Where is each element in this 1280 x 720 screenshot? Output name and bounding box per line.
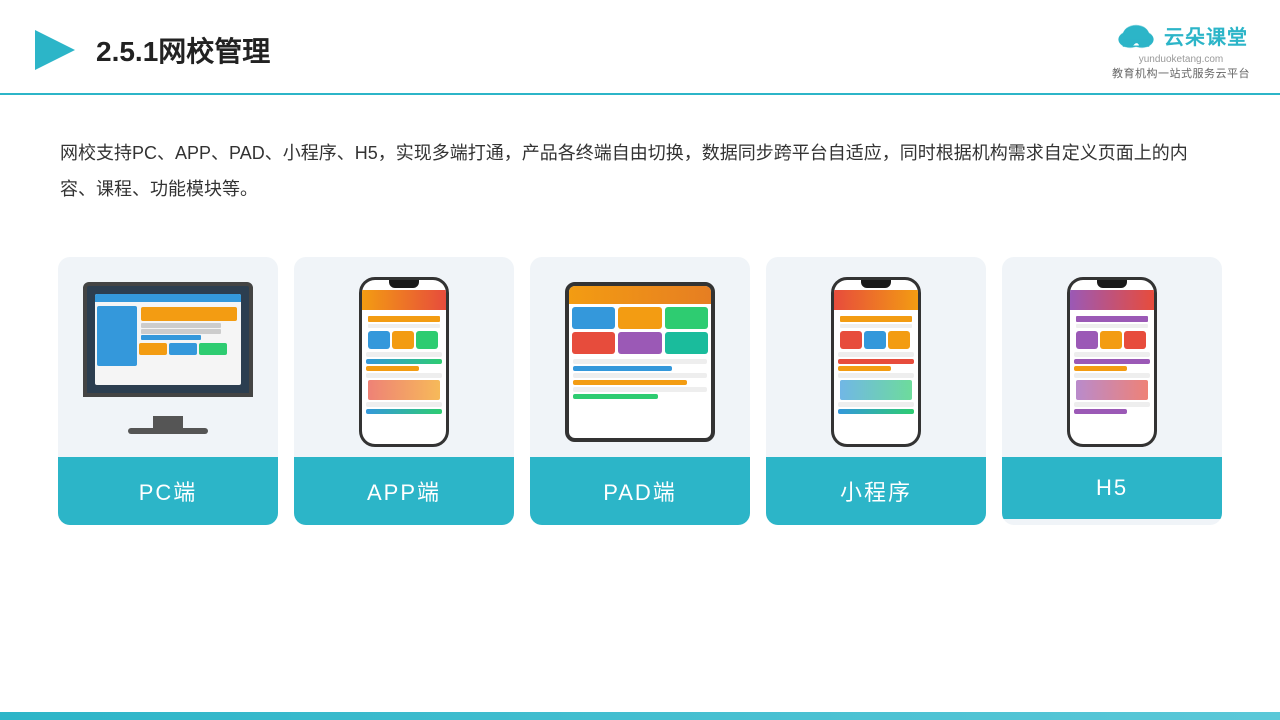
header-left: 2.5.1网校管理 <box>30 25 270 75</box>
phone-mini-mockup <box>831 277 921 447</box>
card-h5-image <box>1002 257 1222 457</box>
phone-mini-screen <box>834 280 918 444</box>
tablet-screen <box>569 286 711 438</box>
card-h5: H5 <box>1002 257 1222 525</box>
cloud-icon: ☁ <box>1114 18 1158 52</box>
phone-app-mockup <box>359 277 449 447</box>
phone-app-screen <box>362 280 446 444</box>
brand-area: ☁ 云朵课堂 yunduoketang.com 教育机构一站式服务云平台 <box>1112 18 1250 81</box>
card-pc: PC端 <box>58 257 278 525</box>
pc-base <box>153 416 183 428</box>
card-pad: PAD端 <box>530 257 750 525</box>
brand-name: 云朵课堂 <box>1164 21 1248 50</box>
pc-screen <box>83 282 253 397</box>
tablet-mockup <box>565 282 715 442</box>
card-miniprogram: 小程序 <box>766 257 986 525</box>
card-app: APP端 <box>294 257 514 525</box>
pc-mockup <box>73 282 263 442</box>
card-pc-image <box>58 257 278 457</box>
logo-icon <box>30 25 80 75</box>
card-miniprogram-label: 小程序 <box>766 457 986 525</box>
bottom-bar <box>0 712 1280 720</box>
description-text: 网校支持PC、APP、PAD、小程序、H5，实现多端打通，产品各终端自由切换，数… <box>0 95 1280 227</box>
brand-tagline: yunduoketang.com 教育机构一站式服务云平台 <box>1112 54 1250 81</box>
page-header: 2.5.1网校管理 ☁ 云朵课堂 yunduoketang.com 教育机构一站… <box>0 0 1280 95</box>
cards-section: PC端 <box>0 237 1280 545</box>
card-miniprogram-image <box>766 257 986 457</box>
phone-h5-screen <box>1070 280 1154 444</box>
card-app-image <box>294 257 514 457</box>
card-pc-label: PC端 <box>58 457 278 525</box>
card-h5-label: H5 <box>1002 457 1222 519</box>
pc-stand <box>128 428 208 434</box>
card-pad-label: PAD端 <box>530 457 750 525</box>
brand-logo: ☁ 云朵课堂 <box>1114 18 1248 52</box>
svg-text:☁: ☁ <box>1133 40 1140 47</box>
card-pad-image <box>530 257 750 457</box>
phone-h5-mockup <box>1067 277 1157 447</box>
page-title: 2.5.1网校管理 <box>96 30 270 70</box>
card-app-label: APP端 <box>294 457 514 525</box>
